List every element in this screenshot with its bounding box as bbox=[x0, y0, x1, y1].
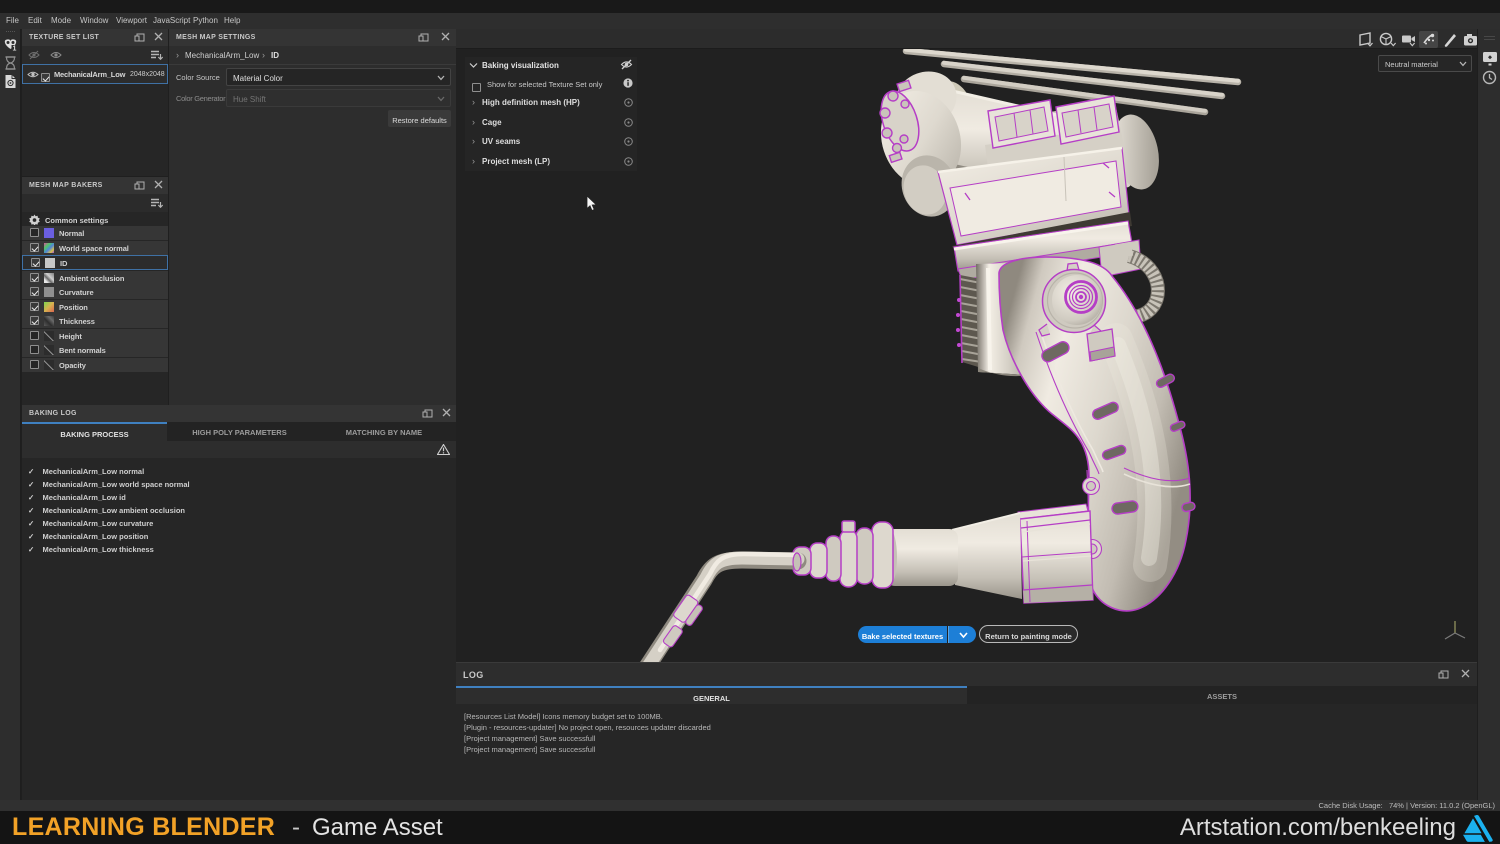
svg-text:1: 1 bbox=[13, 46, 17, 51]
